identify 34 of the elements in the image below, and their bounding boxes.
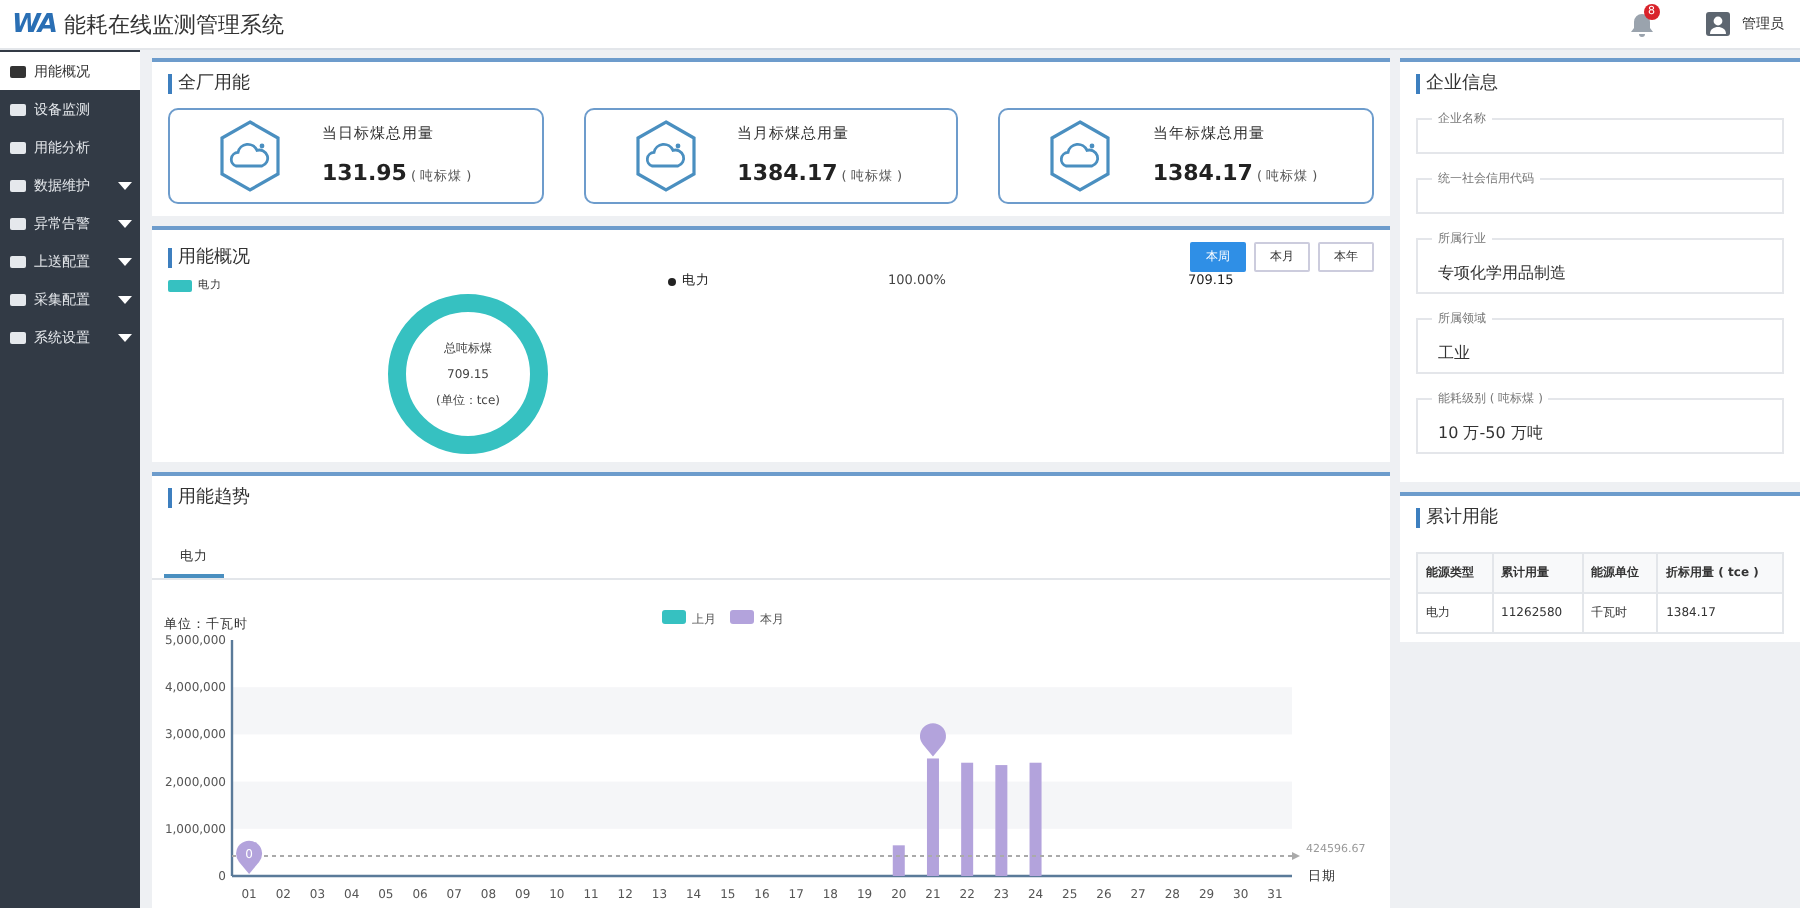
field-value: 工业 [1438,344,1470,362]
panel-title: 累计用能 [1416,508,1784,528]
bar [1029,762,1042,876]
stat-value: 1384.17 [737,160,838,186]
menu-item-icon [10,253,26,269]
menu-item-icon [10,177,26,193]
menu-item-icon [10,291,26,307]
cloud-hexagon-icon [633,120,698,192]
field-value: 10 万-50 万吨 [1438,424,1543,442]
menu-item-icon [10,215,26,231]
stat-value: 1384.17 [1152,160,1253,186]
marker-pin [236,840,263,874]
cloud-hexagon-icon [218,120,282,192]
menu-item-icon [10,101,26,117]
panel-title: 用能趋势 [168,488,1374,508]
stat-value: 131.95 [322,160,407,186]
bar [961,762,974,876]
bell-icon[interactable] [1630,11,1654,37]
panel-title: 全厂用能 [168,74,1374,94]
logo: WA [12,9,56,39]
bar [995,765,1008,876]
menu-item-icon [10,63,26,79]
marker-pin [920,723,946,757]
panel-title: 用能概况 [168,247,250,267]
panel-title: 企业信息 [1416,74,1784,94]
menu-item-icon [10,329,26,345]
user-icon [1706,12,1730,36]
bar [892,845,905,876]
app-title: 能耗在线监测管理系统 [63,9,284,39]
dot-icon [668,277,676,285]
bar [926,758,939,876]
field-value: 专项化学用品制造 [1438,264,1566,282]
cloud-hexagon-icon [1048,120,1113,192]
menu-item-icon [10,139,26,155]
